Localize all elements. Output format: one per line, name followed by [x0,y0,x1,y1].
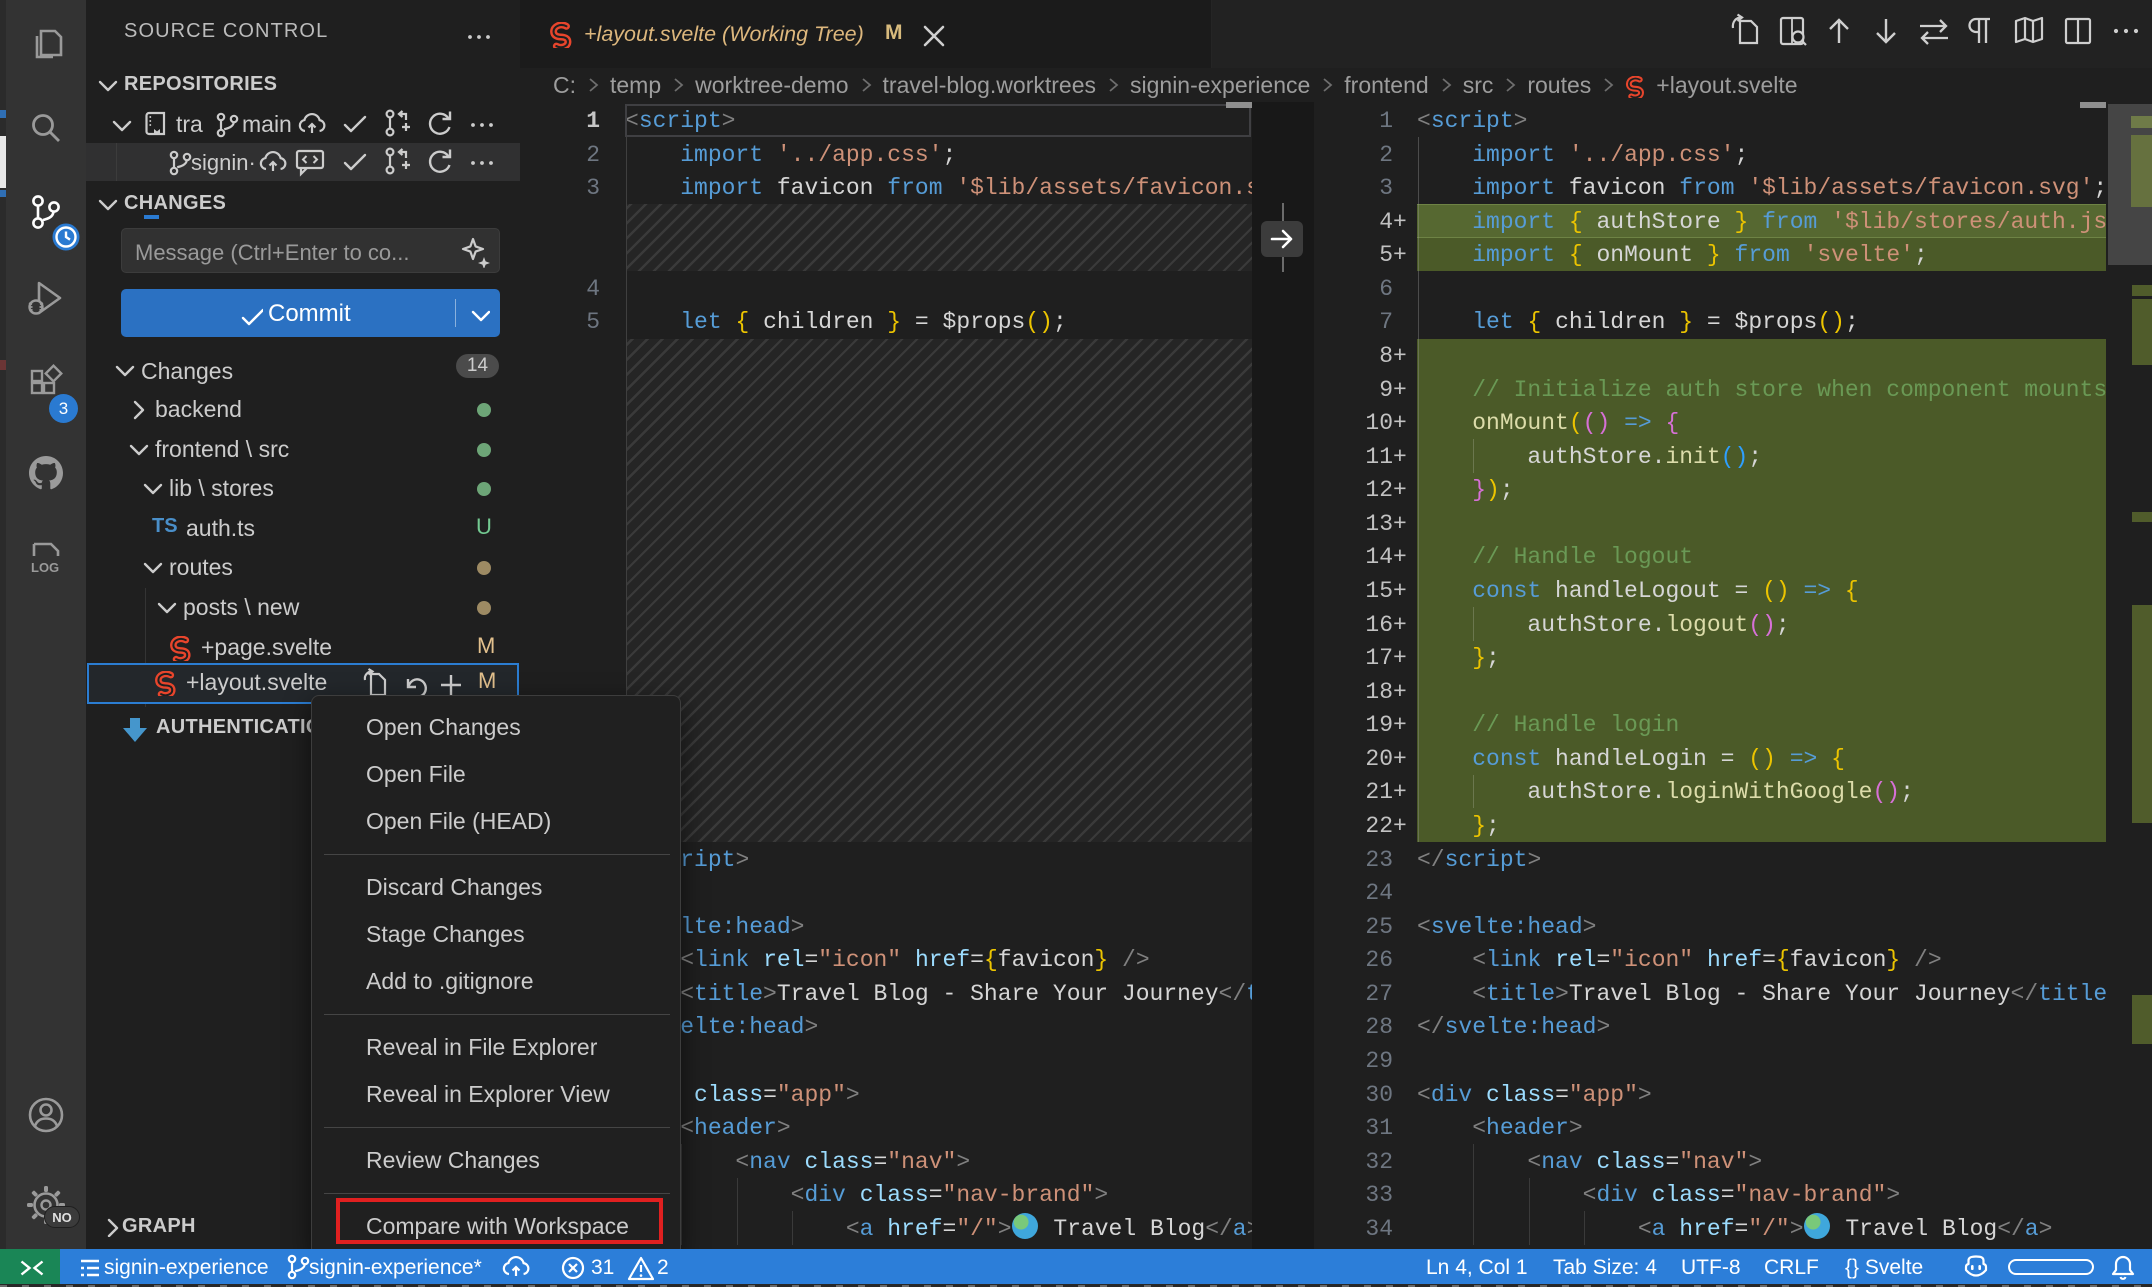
svg-text:LOG: LOG [31,560,59,575]
